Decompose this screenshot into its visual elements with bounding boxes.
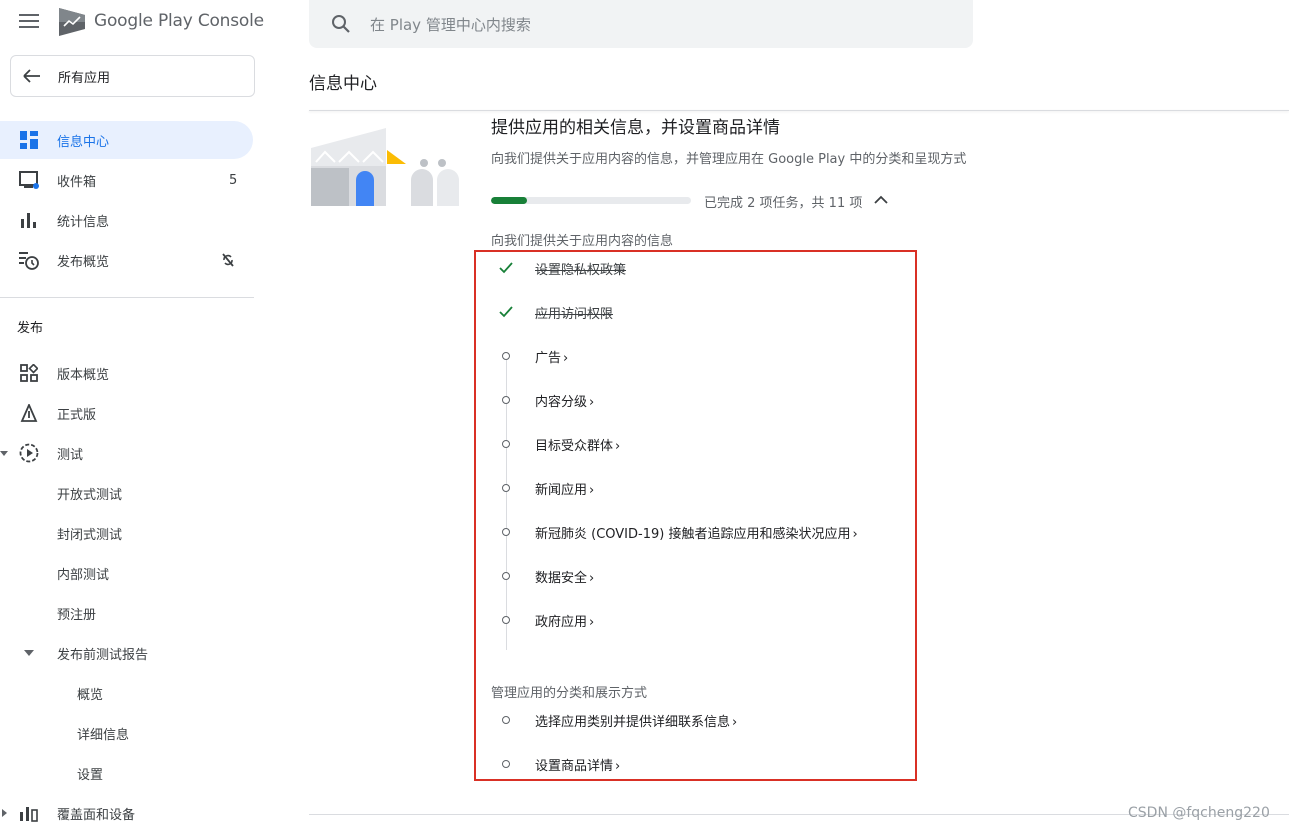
caret-down-icon[interactable] xyxy=(0,449,8,457)
reach-icon xyxy=(19,803,39,823)
header-divider xyxy=(309,110,1289,111)
progress-text: 已完成 2 项任务，共 11 项 xyxy=(704,196,863,211)
inbox-count-badge: 5 xyxy=(229,172,238,188)
sidebar-item-label: 覆盖面和设备 xyxy=(57,807,136,823)
page-title: 信息中心 xyxy=(309,74,377,94)
content-info-group-label: 向我们提供关于应用内容的信息 xyxy=(491,234,674,249)
play-console-logo[interactable] xyxy=(57,6,87,38)
sidebar-divider xyxy=(0,297,254,298)
search-bar[interactable]: 在 Play 管理中心内搜索 xyxy=(309,0,973,48)
sidebar-item-label: 发布概览 xyxy=(57,254,110,270)
brand-name[interactable]: Google Play Console xyxy=(94,11,264,31)
setup-illustration xyxy=(311,128,459,206)
publishing-icon xyxy=(19,250,39,270)
sidebar: Google Play Console 所有应用 信息中心 收件箱 5 统计信息… xyxy=(0,0,264,831)
sidebar-item-label: 预注册 xyxy=(57,607,97,623)
progress-bar xyxy=(491,197,691,204)
sidebar-item-label: 正式版 xyxy=(57,407,97,423)
testing-icon xyxy=(19,443,39,463)
search-icon[interactable] xyxy=(331,14,351,34)
all-apps-button[interactable]: 所有应用 xyxy=(10,55,255,97)
sidebar-item-label: 内部测试 xyxy=(57,567,110,583)
sidebar-item-label: 详细信息 xyxy=(77,727,130,743)
search-input[interactable]: 在 Play 管理中心内搜索 xyxy=(370,14,531,35)
sidebar-item-label: 概览 xyxy=(77,687,104,703)
menu-icon[interactable] xyxy=(19,14,39,30)
inbox-icon xyxy=(19,170,39,190)
sidebar-item-label: 发布前测试报告 xyxy=(57,647,149,663)
chevron-up-icon[interactable] xyxy=(874,195,888,205)
sidebar-item-label: 版本概览 xyxy=(57,367,110,383)
production-icon xyxy=(19,403,39,423)
dashboard-icon xyxy=(19,130,39,150)
sidebar-item-label: 测试 xyxy=(57,447,84,463)
sidebar-item-label: 信息中心 xyxy=(57,134,110,150)
highlight-box xyxy=(474,250,917,781)
sidebar-item-label: 封闭式测试 xyxy=(57,527,123,543)
arrow-back-icon xyxy=(23,69,40,83)
sidebar-item-dashboard[interactable]: 信息中心 xyxy=(0,121,253,159)
sidebar-item-label: 设置 xyxy=(77,767,104,783)
sidebar-item-label: 收件箱 xyxy=(57,174,97,190)
setup-subheading: 向我们提供关于应用内容的信息，并管理应用在 Google Play 中的分类和呈… xyxy=(491,152,967,167)
sidebar-item-label: 统计信息 xyxy=(57,214,110,230)
bar-chart-icon xyxy=(19,210,39,230)
sidebar-item-label: 开放式测试 xyxy=(57,487,123,503)
caret-down-icon[interactable] xyxy=(24,649,34,657)
release-section-title: 发布 xyxy=(17,321,44,336)
watermark: CSDN @fqcheng220 xyxy=(1128,805,1270,821)
progress-fill xyxy=(491,197,527,204)
setup-heading: 提供应用的相关信息，并设置商品详情 xyxy=(491,118,780,138)
sync-disabled-icon xyxy=(222,253,234,267)
caret-right-icon[interactable] xyxy=(0,809,8,817)
release-overview-icon xyxy=(19,363,39,383)
all-apps-label: 所有应用 xyxy=(58,70,111,86)
